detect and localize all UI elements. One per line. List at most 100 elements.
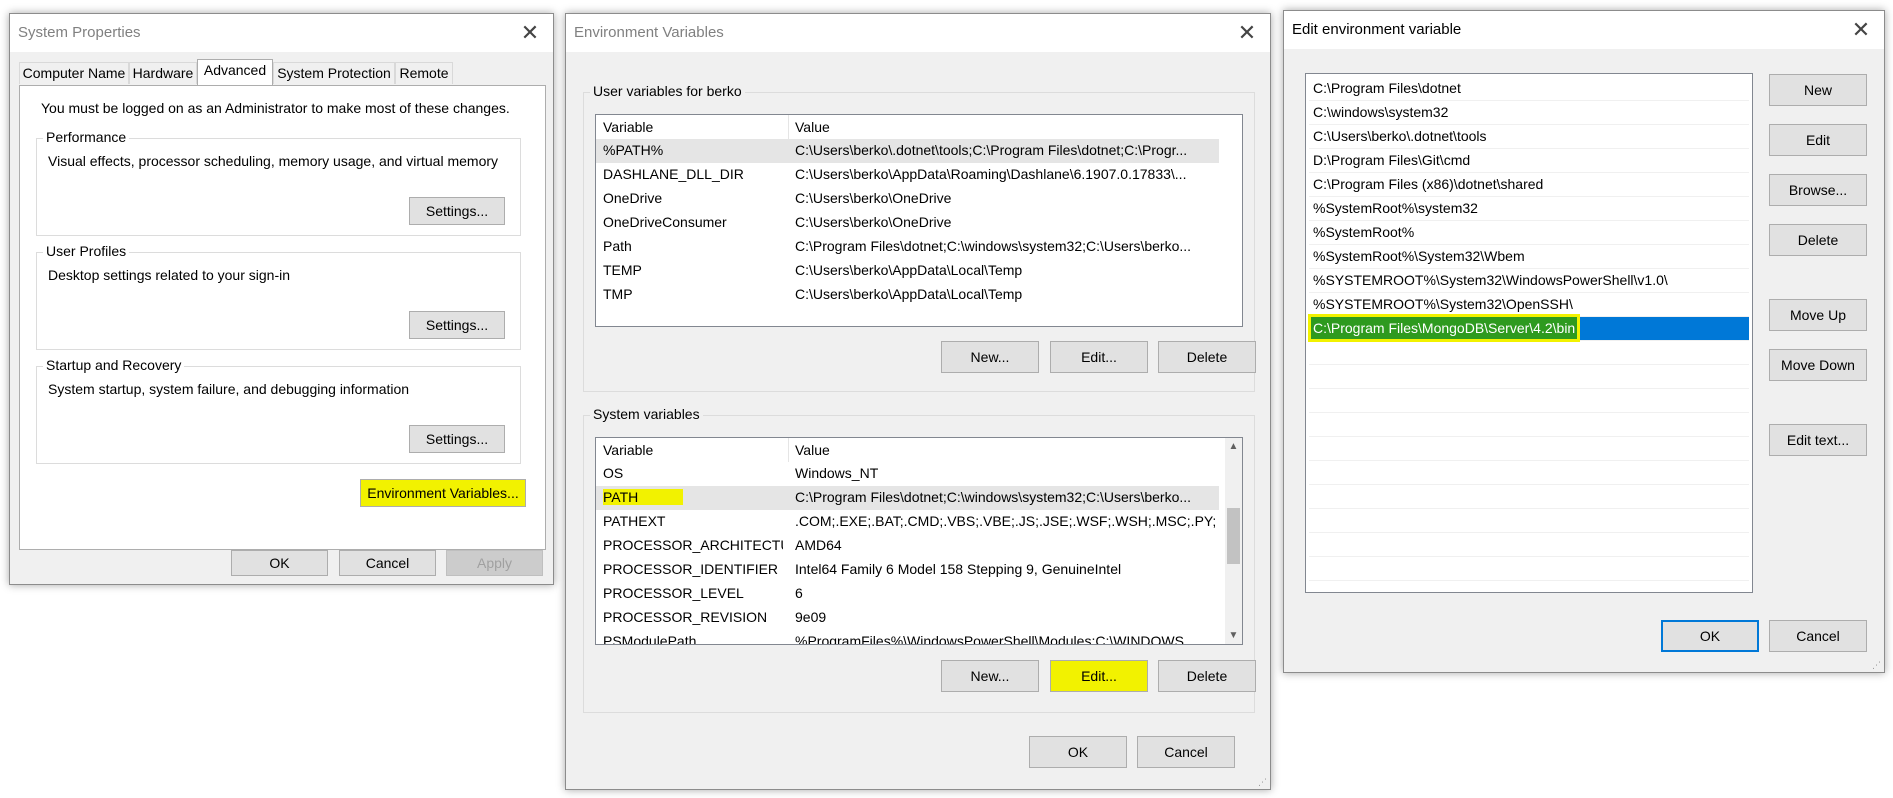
vertical-scrollbar[interactable]: ▲ ▼ [1225, 438, 1242, 644]
table-row[interactable]: PROCESSOR_IDENTIFIER Intel64 Family 6 Mod… [596, 558, 1219, 582]
list-item[interactable]: %SystemRoot% [1309, 221, 1749, 245]
table-row[interactable]: OneDrive C:\Users\berko\OneDrive [596, 187, 1219, 211]
variable-value: C:\Users\berko\OneDrive [795, 190, 952, 206]
list-item-selected[interactable]: C:\Program Files\MongoDB\Server\4.2\bin [1309, 317, 1749, 341]
scroll-down-icon[interactable]: ▼ [1225, 627, 1242, 644]
user-delete-button[interactable]: Delete [1158, 341, 1256, 373]
variable-value: AMD64 [795, 537, 842, 553]
tab-system-protection[interactable]: System Protection [273, 62, 395, 84]
list-item[interactable]: %SystemRoot%\System32\Wbem [1309, 245, 1749, 269]
table-row[interactable]: PATHEXT .COM;.EXE;.BAT;.CMD;.VBS;.VBE;.JS… [596, 510, 1219, 534]
variable-value: C:\Program Files\dotnet;C:\windows\syste… [795, 489, 1192, 505]
edit-button[interactable]: Edit [1769, 124, 1867, 156]
system-variables-list[interactable]: Variable Value OS Windows_NT PATH C:\Progr… [595, 437, 1243, 645]
close-icon[interactable]: ✕ [1846, 15, 1876, 45]
scroll-up-icon[interactable]: ▲ [1225, 438, 1242, 455]
list-item[interactable]: %SystemRoot%\system32 [1309, 197, 1749, 221]
path-text: C:\Users\berko\.dotnet\tools [1313, 128, 1487, 144]
list-item[interactable]: C:\Program Files\dotnet [1309, 77, 1749, 101]
list-item[interactable]: D:\Program Files\Git\cmd [1309, 149, 1749, 173]
ok-button[interactable]: OK [1661, 620, 1759, 652]
list-item[interactable]: %SYSTEMROOT%\System32\OpenSSH\ [1309, 293, 1749, 317]
browse-button[interactable]: Browse... [1769, 174, 1867, 206]
close-icon[interactable]: ✕ [515, 18, 545, 48]
tab-computer-name[interactable]: Computer Name [19, 62, 129, 84]
close-icon[interactable]: ✕ [1232, 18, 1262, 48]
table-row[interactable]: OS Windows_NT [596, 462, 1219, 486]
path-text: C:\Program Files\dotnet [1313, 80, 1461, 96]
user-variables-group: User variables for berko Variable Value … [583, 83, 1256, 392]
table-row[interactable]: %PATH% C:\Users\berko\.dotnet\tools;C:\Pr… [596, 139, 1219, 163]
title-bar: Environment Variables ✕ [566, 14, 1270, 52]
resize-grip-icon[interactable]: ⋰ [1258, 777, 1268, 787]
title-bar: Edit environment variable ✕ [1284, 11, 1884, 49]
empty-row [1309, 485, 1749, 509]
user-edit-button[interactable]: Edit... [1050, 341, 1148, 373]
table-row[interactable]: PROCESSOR_REVISION 9e09 [596, 606, 1219, 630]
user-profiles-settings-button[interactable]: Settings... [409, 311, 505, 339]
new-button[interactable]: New [1769, 74, 1867, 106]
user-new-button[interactable]: New... [941, 341, 1039, 373]
edit-text-button[interactable]: Edit text... [1769, 424, 1867, 456]
empty-row [1309, 533, 1749, 557]
system-edit-button[interactable]: Edit... [1050, 660, 1148, 692]
delete-button[interactable]: Delete [1769, 224, 1867, 256]
apply-button[interactable]: Apply [446, 550, 543, 576]
cancel-button[interactable]: Cancel [339, 550, 436, 576]
table-row[interactable]: PROCESSOR_LEVEL 6 [596, 582, 1219, 606]
table-row[interactable]: DASHLANE_DLL_DIR C:\Users\berko\AppData\R… [596, 163, 1219, 187]
tab-remote[interactable]: Remote [395, 62, 453, 84]
column-header-value[interactable]: Value [795, 442, 830, 458]
table-row[interactable]: PROCESSOR_ARCHITECTU... AMD64 [596, 534, 1219, 558]
column-header-variable[interactable]: Variable [603, 119, 653, 135]
list-item[interactable]: %SYSTEMROOT%\System32\WindowsPowerShell\… [1309, 269, 1749, 293]
tab-hardware[interactable]: Hardware [129, 62, 197, 84]
table-row[interactable]: PATH C:\Program Files\dotnet;C:\windows\s… [596, 486, 1219, 510]
user-profiles-desc: Desktop settings related to your sign-in [48, 267, 291, 283]
list-item[interactable]: C:\windows\system32 [1309, 101, 1749, 125]
variable-name: PROCESSOR_REVISION [603, 609, 768, 625]
scroll-thumb[interactable] [1227, 508, 1240, 564]
table-row[interactable]: Path C:\Program Files\dotnet;C:\windows\s… [596, 235, 1219, 259]
path-text: %SYSTEMROOT%\System32\WindowsPowerShell\… [1313, 272, 1668, 288]
column-header-variable[interactable]: Variable [603, 442, 653, 458]
empty-row [1309, 437, 1749, 461]
empty-row [1309, 365, 1749, 389]
move-up-button[interactable]: Move Up [1769, 299, 1867, 331]
variable-value: 9e09 [795, 609, 827, 625]
tab-advanced[interactable]: Advanced [197, 59, 273, 85]
cancel-button[interactable]: Cancel [1769, 620, 1867, 652]
list-item[interactable]: C:\Program Files (x86)\dotnet\shared [1309, 173, 1749, 197]
empty-row [1309, 341, 1749, 365]
ok-button[interactable]: OK [1029, 736, 1127, 768]
performance-settings-button[interactable]: Settings... [409, 197, 505, 225]
variable-name: PATHEXT [603, 513, 666, 529]
resize-grip-icon[interactable]: ⋰ [1872, 660, 1882, 670]
column-header-value[interactable]: Value [795, 119, 830, 135]
system-new-button[interactable]: New... [941, 660, 1039, 692]
path-text: %SystemRoot%\System32\Wbem [1313, 248, 1525, 264]
table-row[interactable]: PSModulePath %ProgramFiles%\WindowsPowerS… [596, 630, 1219, 644]
table-row[interactable]: TEMP C:\Users\berko\AppData\Local\Temp [596, 259, 1219, 283]
table-row[interactable]: OneDriveConsumer C:\Users\berko\OneDrive [596, 211, 1219, 235]
edit-environment-variable-window: Edit environment variable ✕ C:\Program F… [1283, 10, 1885, 673]
admin-note: You must be logged on as an Administrato… [41, 100, 510, 116]
user-variables-list[interactable]: Variable Value %PATH% C:\Users\berko\.dot… [595, 114, 1243, 327]
empty-row [1309, 509, 1749, 533]
empty-row [1309, 413, 1749, 437]
move-down-button[interactable]: Move Down [1769, 349, 1867, 381]
system-variables-group: System variables Variable Value OS Window… [583, 406, 1256, 713]
startup-settings-button[interactable]: Settings... [409, 425, 505, 453]
cancel-button[interactable]: Cancel [1137, 736, 1235, 768]
table-row[interactable]: TMP C:\Users\berko\AppData\Local\Temp [596, 283, 1219, 307]
variable-value: C:\Users\berko\OneDrive [795, 214, 952, 230]
list-item[interactable]: C:\Users\berko\.dotnet\tools [1309, 125, 1749, 149]
empty-row [1309, 461, 1749, 485]
variable-value: C:\Users\berko\AppData\Roaming\Dashlane\… [795, 166, 1187, 182]
path-list[interactable]: C:\Program Files\dotnet C:\windows\syste… [1305, 73, 1753, 593]
environment-variables-button[interactable]: Environment Variables... [360, 479, 526, 507]
user-variables-title: User variables for berko [590, 83, 745, 99]
ok-button[interactable]: OK [231, 550, 328, 576]
system-delete-button[interactable]: Delete [1158, 660, 1256, 692]
title-bar: System Properties ✕ [10, 14, 553, 52]
